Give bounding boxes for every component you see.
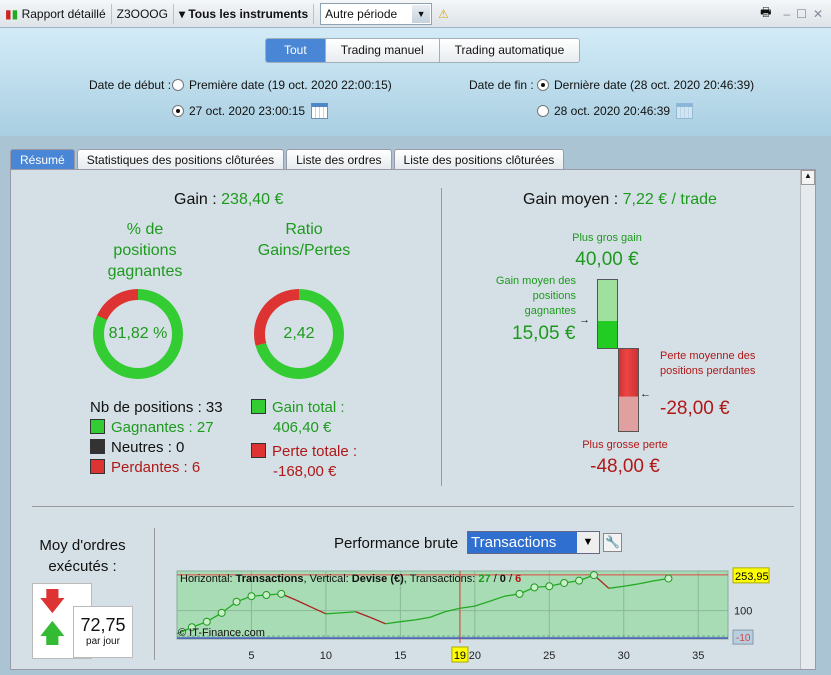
chevron-down-icon: ▼	[412, 4, 431, 23]
perf-title: Performance brute	[334, 535, 459, 552]
avg-win-value: 15,05 €	[512, 323, 576, 344]
orders-title: Moy d'ordres exécutés :	[39, 537, 126, 575]
arrow-icon: ←	[640, 388, 651, 400]
x-tick-label: 5	[248, 650, 254, 662]
data-point	[575, 576, 584, 585]
print-icon[interactable]: 🖶	[760, 3, 771, 24]
gain-line: Gain : 238,40 €	[174, 191, 284, 208]
tab-closed-stats[interactable]: Statistiques des positions clôturées	[76, 149, 285, 170]
data-point	[664, 574, 673, 583]
pct-title: % de positions gagnantes	[107, 221, 183, 280]
candlestick-icon: ▮	[5, 6, 12, 21]
scroll-up-button[interactable]: ▲	[801, 170, 815, 185]
avg-win-label: Gain moyen des positions gagnantes	[495, 275, 576, 317]
data-point	[247, 592, 256, 601]
divider	[154, 528, 155, 660]
avg-loss-label: Perte moyenne des positions perdantes	[660, 350, 756, 377]
arrow-icon: →	[579, 314, 590, 326]
green-square-icon	[251, 399, 266, 414]
data-point	[217, 608, 226, 617]
max-loss-value: -48,00 €	[590, 456, 660, 477]
calendar-icon[interactable]	[311, 103, 329, 119]
ratio-title: Ratio Gains/Pertes	[257, 221, 351, 259]
end-label: Date de fin :	[469, 78, 534, 92]
end-last-radio[interactable]: Dernière date (28 oct. 2020 20:46:39)	[537, 78, 754, 92]
data-point	[545, 582, 554, 591]
data-point	[560, 578, 569, 587]
perf-mode-select[interactable]: Transactions ▼	[467, 531, 600, 554]
x-tick-label: 15	[394, 650, 406, 662]
scrollbar[interactable]: ▲	[800, 170, 815, 669]
y-tick-label: 100	[734, 606, 752, 618]
wrench-icon[interactable]: 🔧	[603, 533, 622, 552]
trading-mode-segment: Tout Trading manuel Trading automatique	[265, 38, 581, 63]
chevron-down-icon: ▼	[577, 532, 599, 553]
win-pct-donut: 81,82 %	[93, 289, 183, 379]
red-square-icon	[90, 459, 105, 474]
x-tick-label: 30	[618, 650, 630, 662]
x-tick-label: 20	[469, 650, 481, 662]
period-select[interactable]: Autre période ▼	[320, 2, 433, 25]
start-first-radio[interactable]: Première date (19 oct. 2020 22:00:15)	[172, 78, 392, 92]
data-point	[262, 591, 271, 600]
start-custom-radio[interactable]: 27 oct. 2020 23:00:15	[172, 103, 329, 119]
series-segment	[325, 612, 341, 615]
seg-auto[interactable]: Trading automatique	[438, 39, 580, 62]
maximize-button[interactable]: ☐	[796, 7, 807, 21]
green-square-icon	[90, 419, 105, 434]
gain-bar	[597, 279, 618, 349]
tab-bar: Résumé Statistiques des positions clôtur…	[10, 149, 565, 170]
calendar-icon	[676, 103, 694, 119]
copyright: © IT-Finance.com	[178, 627, 265, 639]
data-point	[589, 571, 598, 580]
bottom-label: -10	[736, 633, 751, 644]
warning-icon: ⚠	[438, 6, 449, 21]
data-point	[530, 583, 539, 592]
divider	[32, 506, 794, 507]
divider	[441, 188, 442, 486]
data-point	[232, 597, 241, 606]
max-gain-label: Plus gros gain	[572, 232, 642, 244]
x-tick-label: 35	[692, 650, 704, 662]
data-point	[277, 589, 286, 598]
tab-summary[interactable]: Résumé	[10, 149, 75, 170]
position-counts: Nb de positions : 33 Gagnantes : 27 Neut…	[90, 399, 223, 476]
data-point	[515, 589, 524, 598]
red-square-icon	[251, 443, 266, 458]
report-button[interactable]: ▮▮ Rapport détaillé	[0, 3, 112, 24]
toolbar: ▮▮ Rapport détaillé Z3OOOG ▾ Tous les in…	[0, 0, 831, 28]
avg-gain-line: Gain moyen : 7,22 € / trade	[523, 191, 717, 208]
loss-bar	[618, 348, 639, 432]
top-label: 253,95	[735, 571, 769, 583]
account-button[interactable]: Z3OOOG	[112, 3, 174, 24]
seg-all[interactable]: Tout	[266, 39, 325, 62]
tab-closed-list[interactable]: Liste des positions clôturées	[393, 149, 565, 170]
close-button[interactable]: ✕	[813, 7, 823, 21]
max-loss-label: Plus grosse perte	[582, 439, 668, 451]
end-custom-radio[interactable]: 28 oct. 2020 20:46:39	[537, 103, 694, 119]
black-square-icon	[90, 439, 105, 454]
orders-value-box: 72,75 par jour	[73, 606, 133, 658]
start-label: Date de début :	[89, 78, 172, 92]
x-tick-label: 10	[320, 650, 332, 662]
data-point	[202, 617, 211, 626]
totals: Gain total : 406,40 € Perte totale : -16…	[251, 398, 357, 482]
instruments-dropdown[interactable]: ▾ Tous les instruments	[174, 3, 315, 24]
chart-info: Horizontal: Transactions, Vertical: Devi…	[180, 573, 522, 585]
ratio-donut: 2,42	[254, 289, 344, 379]
minimize-button[interactable]: –	[783, 7, 790, 21]
avg-loss-value: -28,00 €	[660, 398, 730, 419]
cursor-label: 19	[454, 650, 466, 662]
max-gain-value: 40,00 €	[575, 249, 639, 270]
tab-orders[interactable]: Liste des ordres	[286, 149, 392, 170]
x-tick-label: 25	[543, 650, 555, 662]
seg-manual[interactable]: Trading manuel	[324, 39, 439, 62]
